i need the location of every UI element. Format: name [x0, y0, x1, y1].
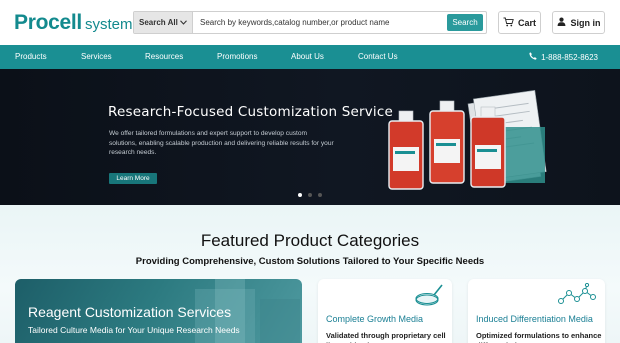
phone-icon — [529, 52, 537, 62]
nav-item-products[interactable]: Products — [15, 45, 47, 69]
search-scope-select[interactable]: Search All — [134, 12, 193, 33]
search-input[interactable] — [193, 12, 447, 33]
page: Procell system ® Search All Search Cart — [0, 0, 620, 343]
banner-description: We offer tailored formulations and exper… — [109, 130, 334, 157]
logo-main-text: Procell — [14, 11, 82, 34]
card-description: Validated through proprietary cell line … — [326, 331, 446, 343]
big-card-title: Reagent Customization Services — [28, 304, 232, 320]
petri-dish-icon — [414, 283, 444, 314]
induced-differentiation-media-card[interactable]: Induced Differentiation Media Optimized … — [468, 279, 605, 343]
sign-in-button[interactable]: Sign in — [552, 11, 605, 34]
molecule-icon — [557, 282, 597, 312]
nav-item-about-us[interactable]: About Us — [291, 45, 324, 69]
chevron-down-icon — [180, 18, 187, 27]
user-icon — [557, 17, 566, 28]
search-button[interactable]: Search — [447, 14, 483, 31]
big-card-subtitle: Tailored Culture Media for Your Unique R… — [28, 325, 240, 335]
featured-categories: Featured Product Categories Providing Co… — [0, 205, 620, 343]
card-description: Optimized formulations to enhance differ… — [476, 331, 602, 343]
phone-number: 1-888-852-8623 — [541, 52, 598, 62]
carousel-dot[interactable] — [298, 193, 302, 197]
search-scope-label: Search All — [139, 18, 178, 27]
banner-title: Research-Focused Customization Service — [108, 104, 393, 120]
nav-item-services[interactable]: Services — [81, 45, 112, 69]
featured-subtitle: Providing Comprehensive, Custom Solution… — [135, 256, 485, 267]
cart-icon — [503, 17, 514, 29]
sign-in-label: Sign in — [570, 17, 601, 28]
carousel-dots — [0, 193, 620, 197]
procell-logo[interactable]: Procell system ® — [14, 11, 139, 35]
logo-sub-text: system — [84, 16, 133, 33]
card-title: Induced Differentiation Media — [476, 314, 593, 324]
nav-item-promotions[interactable]: Promotions — [217, 45, 257, 69]
cart-label: Cart — [517, 17, 536, 28]
site-header: Procell system ® Search All Search Cart — [0, 0, 620, 45]
nav-phone[interactable]: 1-888-852-8623 — [529, 45, 598, 69]
main-nav: Products Services Resources Promotions A… — [0, 45, 620, 69]
card-title: Complete Growth Media — [326, 314, 424, 324]
nav-item-contact-us[interactable]: Contact Us — [358, 45, 398, 69]
complete-growth-media-card[interactable]: Complete Growth Media Validated through … — [318, 279, 452, 343]
reagent-customization-card[interactable]: Reagent Customization Services Tailored … — [15, 279, 302, 343]
carousel-dot[interactable] — [318, 193, 322, 197]
carousel-dot[interactable] — [308, 193, 312, 197]
media-bottles-illustration — [388, 90, 547, 190]
learn-more-button[interactable]: Learn More — [109, 173, 157, 184]
nav-item-resources[interactable]: Resources — [145, 45, 183, 69]
hero-banner: Research-Focused Customization Service W… — [0, 69, 620, 205]
search-bar: Search All Search — [133, 11, 487, 34]
featured-title: Featured Product Categories — [200, 231, 420, 250]
cart-button[interactable]: Cart — [498, 11, 541, 34]
